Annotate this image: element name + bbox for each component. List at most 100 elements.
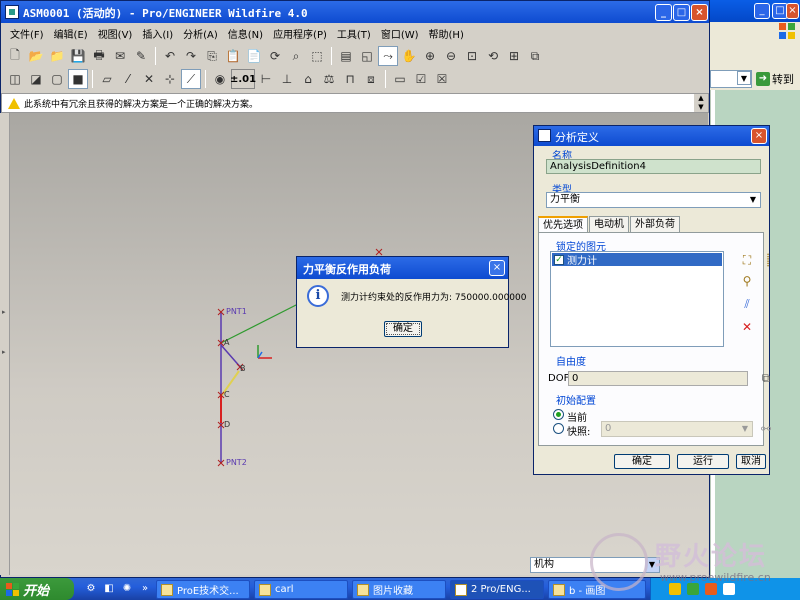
mass-properties-icon[interactable]: ⊥: [277, 69, 297, 89]
menu-info[interactable]: 信息(N): [223, 26, 268, 41]
window-icon[interactable]: ▭: [390, 69, 410, 89]
send-icon[interactable]: ✎: [131, 46, 151, 66]
mail-icon[interactable]: ✉: [110, 46, 130, 66]
analysis-titlebar: 分析定义 ×: [534, 126, 769, 146]
zoom-in-icon[interactable]: ⊕: [420, 46, 440, 66]
coordinate-system-icon[interactable]: ⊹: [160, 69, 180, 89]
checkbox[interactable]: ✓: [554, 254, 564, 265]
chevron-down-icon[interactable]: ▼: [737, 71, 751, 85]
menu-window[interactable]: 窗口(W): [376, 26, 424, 41]
lock-extra-icon[interactable]: ⸽: [760, 252, 776, 268]
new-file-icon[interactable]: 🗋: [5, 46, 25, 66]
radio-current[interactable]: [553, 409, 564, 420]
reaction-close-button[interactable]: ×: [489, 260, 505, 276]
maximize-button[interactable]: □: [673, 4, 690, 21]
lock-connection-icon[interactable]: ⚲: [739, 273, 755, 289]
menu-help[interactable]: 帮助(H): [424, 26, 469, 41]
print-icon[interactable]: 🖶: [89, 46, 109, 66]
navigator-strip[interactable]: ▸ ▸: [0, 113, 10, 575]
close-button[interactable]: ×: [691, 4, 708, 21]
menu-tools[interactable]: 工具(T): [332, 26, 376, 41]
expand-arrow-icon[interactable]: ▸: [2, 308, 6, 316]
no-hidden-icon[interactable]: ▢: [47, 69, 67, 89]
delete-icon[interactable]: ✕: [739, 319, 755, 335]
analysis-icon[interactable]: ⌂: [298, 69, 318, 89]
minimize-button[interactable]: _: [655, 4, 672, 21]
expand-arrow-icon[interactable]: ▸: [2, 348, 6, 356]
tab-external-loads[interactable]: 外部负荷: [630, 216, 680, 232]
hidden-line-icon[interactable]: ◪: [26, 69, 46, 89]
wireframe-icon[interactable]: ◫: [5, 69, 25, 89]
run-button[interactable]: 运行: [677, 454, 729, 469]
interference-icon[interactable]: ⊓: [340, 69, 360, 89]
menu-view[interactable]: 视图(V): [93, 26, 138, 41]
hand-pan-icon[interactable]: ✋: [399, 46, 419, 66]
menu-edit[interactable]: 编辑(E): [49, 26, 93, 41]
more-quicklaunch-icon[interactable]: »: [138, 582, 152, 596]
appearance-icon[interactable]: ◉: [210, 69, 230, 89]
reaction-ok-button[interactable]: 确定: [384, 321, 422, 337]
undo-icon[interactable]: ↶: [160, 46, 180, 66]
weight-icon[interactable]: ⚖: [319, 69, 339, 89]
name-field[interactable]: AnalysisDefinition4: [546, 159, 761, 174]
taskbar-item-proe[interactable]: 2 Pro/ENG...: [450, 580, 544, 599]
layers-icon[interactable]: ▤: [336, 46, 356, 66]
menu-insert[interactable]: 插入(I): [137, 26, 178, 41]
menu-analysis[interactable]: 分析(A): [178, 26, 223, 41]
go-button[interactable]: ➜ 转到: [756, 70, 800, 88]
address-combo[interactable]: ▼: [710, 70, 752, 88]
refit-icon[interactable]: ⊡: [462, 46, 482, 66]
taskbar-item-forum[interactable]: ProE技术交...: [156, 580, 250, 599]
tab-motors[interactable]: 电动机: [589, 216, 629, 232]
tab-preferences[interactable]: 优先选项: [538, 216, 588, 232]
spin-center-icon[interactable]: ⤳: [378, 46, 398, 66]
menu-applications[interactable]: 应用程序(P): [268, 26, 332, 41]
open-folder-icon[interactable]: 📂: [26, 46, 46, 66]
radio-snapshot[interactable]: [553, 423, 564, 434]
zoom-out-icon[interactable]: ⊖: [441, 46, 461, 66]
background-minimize-button[interactable]: _: [754, 3, 770, 19]
background-close-button[interactable]: ×: [786, 3, 799, 19]
message-scrollbar[interactable]: ▲ ▼: [694, 94, 708, 112]
datum-axis-icon[interactable]: ⁄: [118, 69, 138, 89]
repaint-icon[interactable]: ◱: [357, 46, 377, 66]
confirm-icon[interactable]: ☑: [411, 69, 431, 89]
paste-icon[interactable]: 📋: [223, 46, 243, 66]
type-combo[interactable]: 力平衡 ▼: [546, 192, 761, 208]
reorient-icon[interactable]: ⟲: [483, 46, 503, 66]
paste-special-icon[interactable]: 📄: [244, 46, 264, 66]
taskbar-item-carl[interactable]: carl: [254, 580, 348, 599]
regenerate-icon[interactable]: ⟳: [265, 46, 285, 66]
model-tree-icon[interactable]: ⧈: [361, 69, 381, 89]
ie-quicklaunch-icon[interactable]: ⚙: [84, 582, 98, 596]
taskbar-item-pictures[interactable]: 图片收藏: [352, 580, 446, 599]
datum-plane-icon[interactable]: ▱: [97, 69, 117, 89]
lock-point-icon[interactable]: ⫽: [739, 296, 755, 312]
saved-views-icon[interactable]: ⊞: [504, 46, 524, 66]
open-session-icon[interactable]: 📁: [47, 46, 67, 66]
measure-icon[interactable]: ⊢: [256, 69, 276, 89]
list-item[interactable]: ✓ 测力计: [552, 253, 722, 267]
dof-calc-icon[interactable]: ⧉: [758, 370, 774, 386]
locked-entities-list[interactable]: ✓ 测力计: [550, 251, 724, 347]
close-window-icon[interactable]: ☒: [432, 69, 452, 89]
save-icon[interactable]: 💾: [68, 46, 88, 66]
app-quicklaunch-icon[interactable]: ✺: [120, 582, 134, 596]
find-icon[interactable]: ⌕: [286, 46, 306, 66]
selection-box-icon[interactable]: ⬚: [307, 46, 327, 66]
redo-icon[interactable]: ↷: [181, 46, 201, 66]
ok-button[interactable]: 确定: [614, 454, 670, 469]
copy-icon[interactable]: ⎘: [202, 46, 222, 66]
chevron-down-icon[interactable]: ▼: [746, 193, 760, 207]
shading-icon[interactable]: ■: [68, 69, 88, 89]
start-button[interactable]: 开始: [0, 578, 74, 600]
datum-point-icon[interactable]: ✕: [139, 69, 159, 89]
lock-body-icon[interactable]: ⛶: [739, 252, 755, 268]
menu-file[interactable]: 文件(F): [5, 26, 49, 41]
analysis-close-button[interactable]: ×: [751, 128, 767, 144]
spin-center-toggle-icon[interactable]: ⟋: [181, 69, 201, 89]
media-quicklaunch-icon[interactable]: ◧: [102, 582, 116, 596]
precision-indicator[interactable]: ±.01: [230, 69, 256, 89]
cancel-button[interactable]: 取消: [736, 454, 766, 469]
layer-tree-icon[interactable]: ⧉: [525, 46, 545, 66]
